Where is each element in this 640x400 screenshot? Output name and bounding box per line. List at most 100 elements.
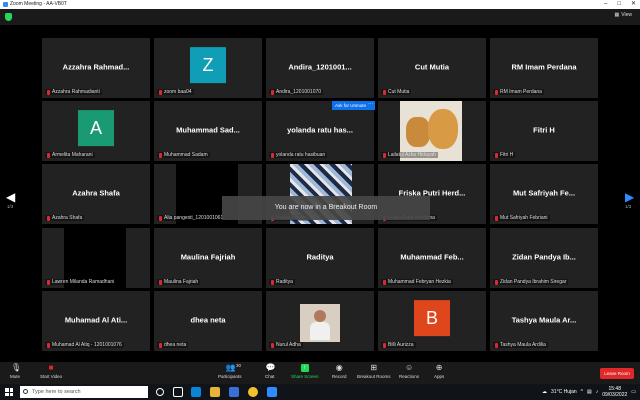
participant-name-label: Muhamad Al Atiq - 1201001076 — [45, 342, 124, 348]
participant-name-text: Fitri H — [500, 152, 514, 158]
share-screen-button[interactable]: ↑ Share Screen — [291, 364, 319, 379]
muted-microphone-icon — [271, 279, 274, 285]
close-button[interactable]: ✕ — [631, 0, 636, 9]
task-view-icon[interactable] — [173, 387, 183, 397]
windows-start-icon[interactable] — [5, 388, 13, 396]
participant-tile[interactable]: Azzahra Rahmad... Azzahra Rahmadianti — [42, 38, 150, 98]
record-icon: ◉ — [335, 363, 343, 372]
participant-tile[interactable]: A Armelita Maharani — [42, 101, 150, 161]
participant-tile[interactable]: Lawren Milanda Ramadhani — [42, 228, 150, 288]
weather-icon: ☁ — [542, 389, 548, 395]
participant-tile[interactable]: Muhammad Sad... Muhammad Sadam — [154, 101, 262, 161]
window-titlebar: Zoom Meeting - AA-VB0T – □ ✕ — [0, 0, 640, 9]
page-indicator-right: 1/3 — [625, 204, 632, 209]
participant-name-text: Muhamad Al Atiq - 1201001076 — [52, 342, 122, 348]
participant-display-name: Raditya — [306, 252, 334, 262]
participant-tile[interactable]: Fitri H Fitri H — [490, 101, 598, 161]
participant-display-name: Muhammad Feb... — [400, 252, 464, 262]
participant-name-label: Lawren Milanda Ramadhani — [45, 279, 117, 285]
participant-tile[interactable]: Zzoom baa04 — [154, 38, 262, 98]
participant-name-text: Muhammad Febryan Hezkia — [388, 279, 451, 285]
zoom-app-icon — [3, 2, 8, 7]
leave-room-button[interactable]: Leave Room — [600, 368, 634, 379]
participant-tile[interactable]: Muhamad Al Ati... Muhamad Al Atiq - 12010… — [42, 291, 150, 351]
chat-icon: 💬 — [265, 363, 276, 372]
notifications-icon[interactable]: ▭ — [631, 389, 636, 395]
participant-display-name: Azahra Shafa — [72, 188, 120, 198]
mute-button[interactable]: 🎙 Mute — [10, 363, 22, 380]
taskbar-search-box[interactable]: Type here to search — [20, 386, 148, 398]
participant-tile[interactable]: Muhammad Feb... Muhammad Febryan Hezkia — [378, 228, 486, 288]
participant-display-name: Maulina Fajriah — [180, 252, 236, 262]
muted-microphone-icon — [47, 215, 50, 221]
participant-tile[interactable]: B Billi Aurizza — [378, 291, 486, 351]
participant-name-text: Alia pangesti_1201001061 — [164, 215, 224, 221]
record-button[interactable]: ◉ Record — [332, 363, 347, 380]
participant-tile[interactable]: Zidan Pandya Ib... Zidan Pandya Ibrahim S… — [490, 228, 598, 288]
muted-microphone-icon — [47, 279, 50, 285]
participant-name-text: Azahra Shafa — [52, 215, 83, 221]
participants-count: 30 — [236, 363, 242, 368]
participant-tile[interactable]: Azahra Shafa Azahra Shafa — [42, 164, 150, 224]
muted-microphone-icon — [495, 89, 498, 95]
participant-tile[interactable]: Tashya Maula Ar... Tashya Maula Ardilia — [490, 291, 598, 351]
search-icon — [23, 389, 28, 394]
next-page-arrow-icon[interactable]: ▶ — [625, 190, 634, 204]
edge-browser-icon[interactable] — [191, 387, 201, 397]
participant-name-label: Alia pangesti_1201001061 — [157, 215, 226, 221]
maximize-button[interactable]: □ — [617, 0, 621, 9]
reactions-label: Reactions — [399, 374, 420, 379]
reactions-button[interactable]: ☺ Reactions — [399, 364, 420, 380]
participant-name-text: Armelita Maharani — [52, 152, 93, 158]
more-options-button[interactable]: ··· — [366, 101, 375, 110]
participant-tile[interactable]: Raditya Raditya — [266, 228, 374, 288]
volume-icon[interactable]: ♪ — [596, 389, 599, 395]
shield-icon[interactable] — [5, 13, 12, 21]
clock-date: 09/03/2022 — [602, 392, 628, 398]
participant-display-name: RM Imam Perdana — [511, 62, 577, 72]
muted-microphone-icon — [47, 89, 50, 95]
network-icon[interactable]: ▤ — [587, 389, 592, 395]
participant-tile[interactable]: Mut Safriyah Fe... Mut Safriyah Febriani — [490, 164, 598, 224]
participant-tile[interactable]: yolanda ratu has... yolanda ratu hasibuan — [266, 101, 374, 161]
participant-display-name: Cut Mutia — [414, 62, 450, 72]
file-explorer-icon[interactable] — [210, 387, 220, 397]
chevron-up-icon[interactable]: ^ — [581, 389, 583, 395]
windows-taskbar: Type here to search ☁ 31°C Hujan ^ ▤ ♪ 1… — [0, 384, 640, 400]
participant-tile[interactable]: dhea neta dhea neta — [154, 291, 262, 351]
participant-name-label: Azahra Shafa — [45, 215, 85, 221]
person-body — [310, 322, 330, 340]
participant-tile[interactable]: Maulina Fajriah Maulina Fajriah — [154, 228, 262, 288]
muted-microphone-icon — [383, 342, 386, 348]
ask-for-unmute-button[interactable]: Ask for Unmute — [332, 101, 370, 110]
chrome-icon[interactable] — [248, 387, 258, 397]
participant-tile[interactable]: Nurul Adha — [266, 291, 374, 351]
zoom-taskbar-icon[interactable] — [267, 387, 277, 397]
breakout-rooms-icon: ⊞ — [370, 363, 378, 372]
view-button[interactable]: ▦ View — [615, 12, 632, 18]
start-video-button[interactable]: ■ Start Video — [40, 364, 62, 380]
cortana-icon[interactable] — [156, 388, 164, 396]
minimize-button[interactable]: – — [604, 0, 607, 9]
apps-button[interactable]: ⊕ Apps — [434, 364, 444, 380]
clock[interactable]: 15:48 09/03/2022 — [602, 386, 627, 398]
record-label: Record — [332, 374, 347, 379]
muted-microphone-icon — [159, 89, 162, 95]
muted-microphone-icon — [495, 279, 498, 285]
participant-name-label: Cut Mutia — [381, 89, 412, 95]
participant-name-label: Azzahra Rahmadianti — [45, 89, 102, 95]
participant-tile[interactable]: RM Imam Perdana RM Imam Perdana — [490, 38, 598, 98]
chat-button[interactable]: 💬 Chat — [265, 363, 276, 380]
participant-tile[interactable]: Lailatul Azka Hidayah — [378, 101, 486, 161]
store-icon[interactable] — [229, 387, 239, 397]
participant-display-name: Fitri H — [533, 125, 555, 135]
meeting-top-strip — [0, 9, 640, 25]
participant-name-text: dhea neta — [164, 342, 187, 348]
participant-name-label: Armelita Maharani — [45, 152, 95, 158]
participant-tile[interactable]: Andira_1201001... Andira_1201001070 — [266, 38, 374, 98]
participant-tile[interactable]: Cut Mutia Cut Mutia — [378, 38, 486, 98]
participant-name-text: Maulina Fajriah — [164, 279, 199, 285]
previous-page-arrow-icon[interactable]: ◀ — [6, 190, 15, 204]
breakout-rooms-button[interactable]: ⊞ Breakout Rooms — [357, 363, 391, 380]
microphone-icon: 🎙 — [11, 363, 22, 372]
